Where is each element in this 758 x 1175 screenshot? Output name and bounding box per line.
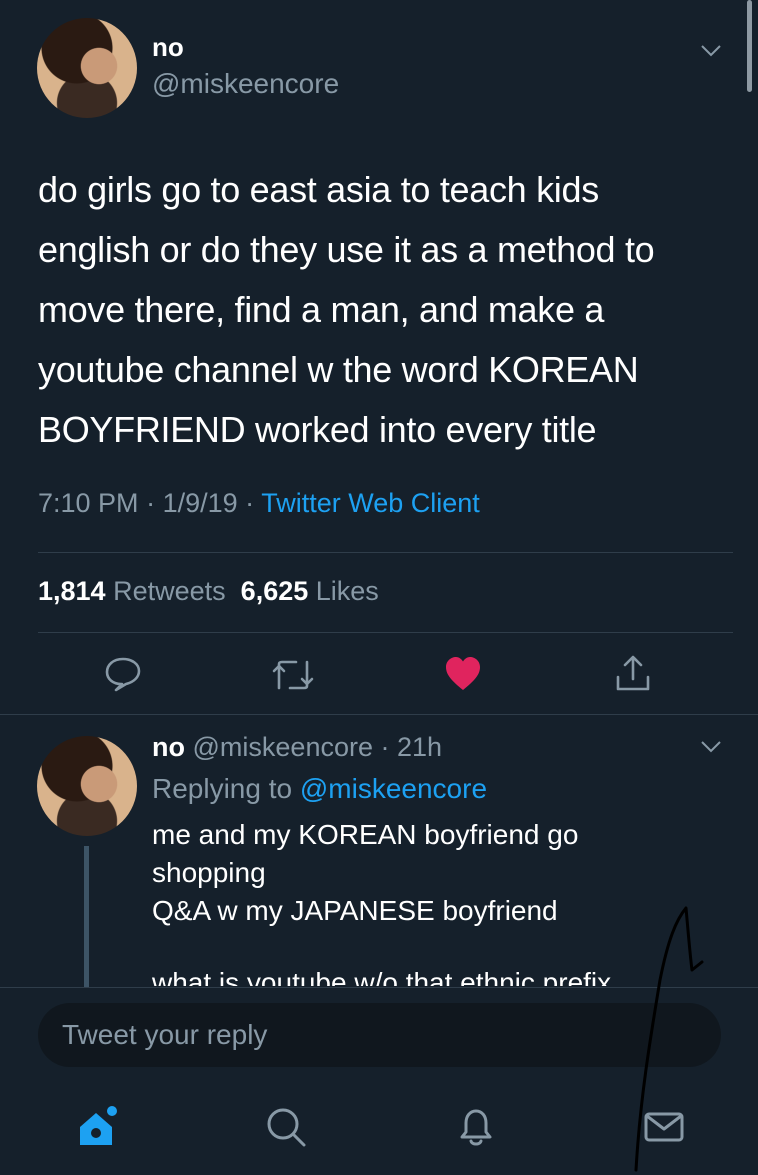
likes-stat[interactable]: 6,625 Likes	[241, 576, 379, 606]
home-icon[interactable]	[76, 1105, 120, 1149]
reply-icon[interactable]	[104, 656, 142, 692]
likes-count: 6,625	[240, 576, 309, 606]
retweets-stat[interactable]: 1,814 Retweets	[38, 576, 226, 606]
tweet-line: BOYFRIEND worked into every title	[38, 409, 597, 450]
reply-line: me and my KOREAN boyfriend go	[152, 819, 579, 850]
reply-line: shopping	[152, 857, 266, 888]
chevron-down-icon[interactable]	[700, 740, 722, 754]
tweet-line: do girls go to east asia to teach kids	[38, 169, 599, 210]
tweet-line: move there, find a man, and make a	[38, 289, 605, 330]
tweet-time: 7:10 PM	[38, 488, 139, 518]
author-name[interactable]: no	[152, 32, 184, 63]
reply-author-handle[interactable]: @miskeencore	[193, 732, 373, 762]
tweet-meta: 7:10 PM · 1/9/19 · Twitter Web Client	[38, 488, 480, 519]
divider	[38, 552, 733, 553]
divider	[0, 714, 758, 715]
reply-age: 21h	[397, 732, 443, 762]
reply-line: Q&A w my JAPANESE boyfriend	[152, 895, 558, 926]
reply-line-cut: what is youtube w/o that ethnic prefix	[152, 967, 612, 986]
separator-dot: ·	[146, 488, 163, 518]
separator-dot: ·	[245, 488, 262, 518]
likes-label: Likes	[315, 576, 379, 606]
separator-dot: ·	[373, 732, 397, 762]
retweets-label: Retweets	[113, 576, 226, 606]
reply-text: me and my KOREAN boyfriend go shopping Q…	[152, 816, 578, 930]
replying-to-label: Replying to	[152, 773, 293, 804]
drawn-arrow-annotation	[634, 906, 704, 1172]
replying-to: Replying to @miskeencore	[152, 773, 487, 805]
retweet-icon[interactable]	[270, 658, 316, 692]
avatar[interactable]	[37, 18, 137, 118]
retweets-count: 1,814	[38, 576, 106, 606]
tweet-stats: 1,814 Retweets 6,625 Likes	[38, 576, 379, 607]
replying-to-handle[interactable]: @miskeencore	[300, 773, 487, 804]
chevron-down-icon[interactable]	[700, 44, 722, 58]
notifications-icon[interactable]	[454, 1105, 498, 1149]
reply-avatar[interactable]	[37, 736, 137, 836]
search-icon[interactable]	[264, 1105, 308, 1149]
reply-input[interactable]: Tweet your reply	[38, 1003, 721, 1067]
reply-header: no @miskeencore · 21h	[152, 732, 442, 763]
tweet-client-link[interactable]: Twitter Web Client	[261, 488, 480, 518]
tweet-line: english or do they use it as a method to	[38, 229, 655, 270]
tweet-date: 1/9/19	[162, 488, 238, 518]
tweet-line: youtube channel w the word KOREAN	[38, 349, 639, 390]
divider	[38, 632, 733, 633]
reply-placeholder: Tweet your reply	[62, 1019, 268, 1050]
reply-author-name[interactable]: no	[152, 732, 185, 762]
tweet-text: do girls go to east asia to teach kids e…	[38, 160, 728, 460]
author-handle[interactable]: @miskeencore	[152, 68, 339, 100]
scrollbar[interactable]	[747, 0, 752, 92]
heart-icon[interactable]	[444, 656, 482, 692]
share-icon[interactable]	[614, 653, 652, 693]
thread-line	[84, 846, 89, 988]
